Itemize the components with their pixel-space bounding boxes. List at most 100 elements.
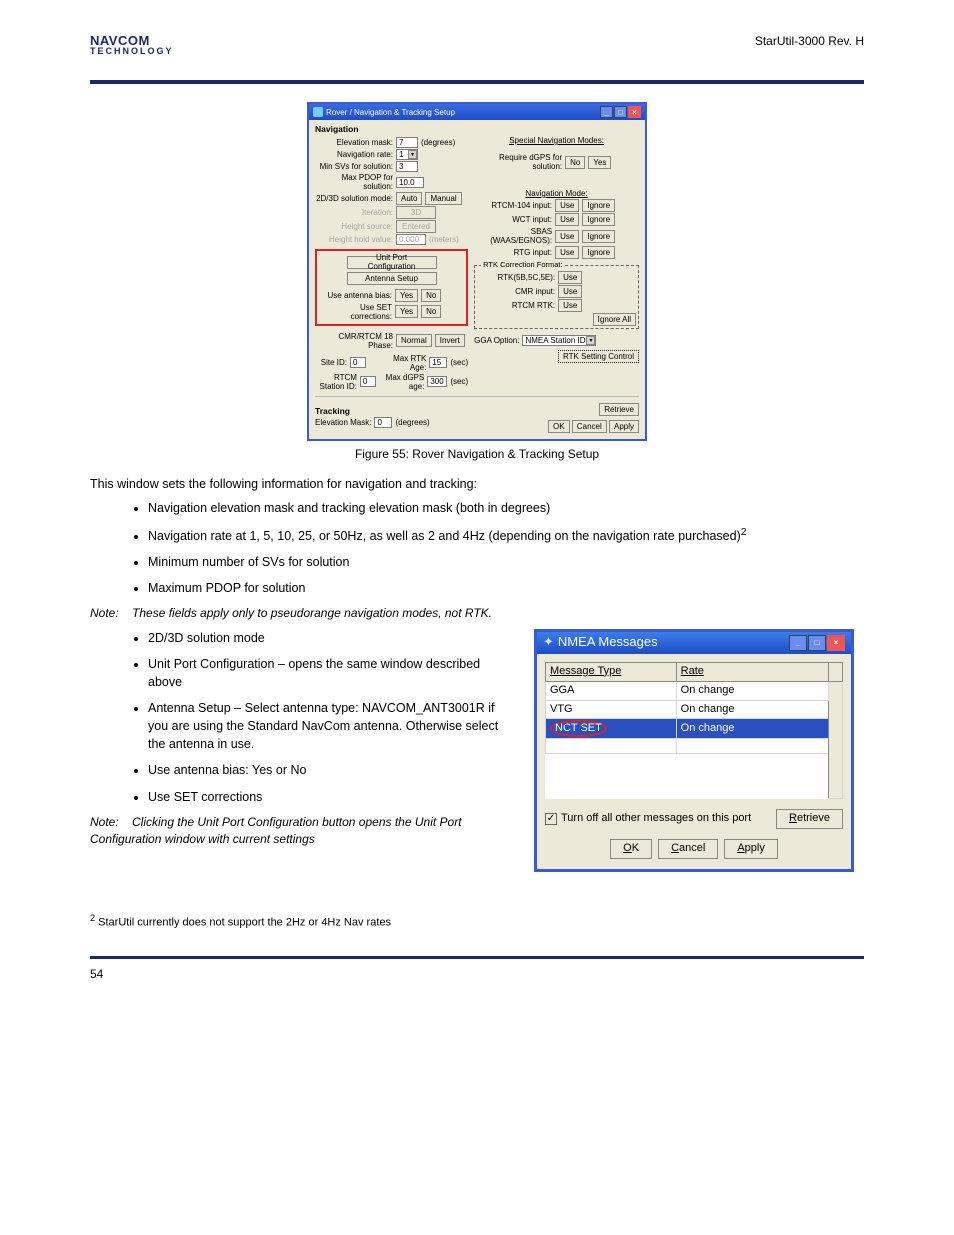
height-hold-input bbox=[396, 234, 426, 245]
nmea-retrieve-button[interactable]: Retrieve bbox=[776, 809, 843, 829]
table-row[interactable] bbox=[546, 784, 843, 799]
rtk5e-use[interactable]: Use bbox=[558, 271, 582, 284]
bullet-5: 2D/3D solution mode bbox=[148, 629, 516, 647]
require-dgps-label: Require dGPS for solution: bbox=[474, 153, 562, 171]
table-row[interactable]: VTG On change bbox=[546, 700, 843, 719]
phase-normal-button[interactable]: Normal bbox=[396, 334, 432, 347]
table-row[interactable]: GGA On change bbox=[546, 681, 843, 700]
nav-rate-label: Navigation rate: bbox=[315, 150, 393, 159]
table-row[interactable] bbox=[546, 739, 843, 754]
navigation-heading: Navigation bbox=[315, 124, 639, 134]
rtg-label: RTG input: bbox=[474, 248, 552, 257]
rtk-setting-control-button[interactable]: RTK Setting Control bbox=[558, 350, 639, 363]
rtg-use[interactable]: Use bbox=[555, 246, 579, 259]
col-message-type[interactable]: Message Type bbox=[546, 662, 677, 681]
sbas-ignore[interactable]: Ignore bbox=[582, 230, 615, 243]
auto-button[interactable]: Auto bbox=[396, 192, 422, 205]
ignore-all-button[interactable]: Ignore All bbox=[593, 313, 636, 326]
use-set-corr-label: Use SET corrections: bbox=[320, 303, 392, 321]
cell-rate: On change bbox=[676, 700, 828, 719]
require-dgps-no[interactable]: No bbox=[565, 156, 585, 169]
bullet-2: Navigation rate at 1, 5, 10, 25, or 50Hz… bbox=[148, 529, 741, 543]
antenna-bias-no[interactable]: No bbox=[421, 289, 441, 302]
elev-mask-input[interactable] bbox=[396, 137, 418, 148]
figure-55-caption: Figure 55: Rover Navigation & Tracking S… bbox=[90, 447, 864, 461]
cell-rate: On change bbox=[676, 719, 828, 739]
apply-button[interactable]: Apply bbox=[609, 420, 639, 433]
gga-option-select[interactable] bbox=[522, 335, 596, 346]
bullet-3: Minimum number of SVs for solution bbox=[148, 553, 864, 571]
wct-use[interactable]: Use bbox=[555, 213, 579, 226]
entered-button: Entered bbox=[396, 220, 436, 233]
nav-mode-heading: Navigation Mode: bbox=[474, 189, 639, 198]
footnote-ref: 2 bbox=[741, 527, 747, 538]
bullet-4: Maximum PDOP for solution bbox=[148, 579, 864, 597]
gga-option-label: GGA Option: bbox=[474, 336, 519, 345]
rtcm-rtk-label: RTCM RTK: bbox=[477, 301, 555, 310]
bullet-9: Use SET corrections bbox=[148, 788, 516, 806]
close-button[interactable]: × bbox=[827, 635, 845, 651]
max-rtk-age-input[interactable] bbox=[429, 357, 447, 368]
turnoff-checkbox[interactable]: ✓ bbox=[545, 813, 557, 825]
max-dgps-age-input[interactable] bbox=[427, 376, 447, 387]
table-row[interactable] bbox=[546, 754, 843, 769]
cancel-button[interactable]: Cancel bbox=[572, 420, 607, 433]
sbas-use[interactable]: Use bbox=[555, 230, 579, 243]
note-1: Note: These fields apply only to pseudor… bbox=[90, 605, 864, 622]
sbas-label: SBAS (WAAS/EGNOS): bbox=[474, 227, 552, 245]
require-dgps-yes[interactable]: Yes bbox=[588, 156, 611, 169]
intro-paragraph: This window sets the following informati… bbox=[90, 475, 864, 493]
col-rate[interactable]: Rate bbox=[676, 662, 828, 681]
doc-title: StarUtil-3000 Rev. H bbox=[755, 34, 864, 48]
rtcm104-label: RTCM-104 input: bbox=[474, 201, 552, 210]
rtcm104-use[interactable]: Use bbox=[555, 199, 579, 212]
bullet-6: Unit Port Configuration – opens the same… bbox=[148, 655, 516, 691]
minimize-button[interactable]: _ bbox=[600, 106, 613, 118]
app-icon: ✦ bbox=[543, 633, 554, 652]
set-corr-yes[interactable]: Yes bbox=[395, 305, 418, 318]
unit-port-config-button[interactable]: Unit Port Configuration bbox=[347, 256, 437, 269]
window-title: Rover / Navigation & Tracking Setup bbox=[326, 108, 455, 117]
cell-rate: On change bbox=[676, 681, 828, 700]
iteration-label: Iteration: bbox=[315, 208, 393, 217]
cmr-phase-label: CMR/RTCM 18 Phase: bbox=[315, 332, 393, 350]
elev-mask-label: Elevation mask: bbox=[315, 138, 393, 147]
rtg-ignore[interactable]: Ignore bbox=[582, 246, 615, 259]
rtcm-station-input[interactable] bbox=[360, 376, 376, 387]
antenna-setup-button[interactable]: Antenna Setup bbox=[347, 272, 437, 285]
tracking-elev-input[interactable] bbox=[374, 417, 392, 428]
cell-type: GGA bbox=[546, 681, 677, 700]
page-header: NAVCOM TECHNOLOGY StarUtil-3000 Rev. H bbox=[90, 34, 864, 84]
rover-nav-window: Rover / Navigation & Tracking Setup _ □ … bbox=[307, 102, 647, 441]
nmea-apply-button[interactable]: Apply bbox=[724, 839, 778, 859]
maximize-button[interactable]: □ bbox=[614, 106, 627, 118]
dropdown-arrow-icon[interactable]: ▾ bbox=[586, 336, 595, 345]
sec-unit: (sec) bbox=[450, 358, 468, 367]
rtcm104-ignore[interactable]: Ignore bbox=[582, 199, 615, 212]
note-2: Note: Clicking the Unit Port Configurati… bbox=[90, 814, 516, 849]
table-row[interactable] bbox=[546, 769, 843, 784]
maximize-button[interactable]: □ bbox=[808, 635, 826, 651]
close-button[interactable]: × bbox=[628, 106, 641, 118]
rtk5e-label: RTK(5B,5C,5E): bbox=[477, 273, 555, 282]
site-id-input[interactable] bbox=[350, 357, 366, 368]
cell-type: VTG bbox=[546, 700, 677, 719]
special-nav-modes-heading: Special Navigation Modes: bbox=[474, 136, 639, 145]
phase-invert-button[interactable]: Invert bbox=[435, 334, 465, 347]
dropdown-arrow-icon[interactable]: ▾ bbox=[408, 150, 417, 159]
antenna-bias-yes[interactable]: Yes bbox=[395, 289, 418, 302]
nmea-ok-button[interactable]: OK bbox=[610, 839, 652, 859]
max-pdop-input[interactable] bbox=[396, 177, 424, 188]
retrieve-button[interactable]: Retrieve bbox=[599, 403, 639, 416]
nmea-cancel-button[interactable]: Cancel bbox=[658, 839, 718, 859]
minimize-button[interactable]: _ bbox=[789, 635, 807, 651]
min-sv-input[interactable] bbox=[396, 161, 418, 172]
ok-button[interactable]: OK bbox=[548, 420, 570, 433]
titlebar: Rover / Navigation & Tracking Setup _ □ … bbox=[309, 104, 645, 120]
set-corr-no[interactable]: No bbox=[421, 305, 441, 318]
wct-ignore[interactable]: Ignore bbox=[582, 213, 615, 226]
cmr-use[interactable]: Use bbox=[558, 285, 582, 298]
rtcmrtk-use[interactable]: Use bbox=[558, 299, 582, 312]
table-row-selected[interactable]: NCT SET On change bbox=[546, 719, 843, 739]
manual-button[interactable]: Manual bbox=[425, 192, 461, 205]
